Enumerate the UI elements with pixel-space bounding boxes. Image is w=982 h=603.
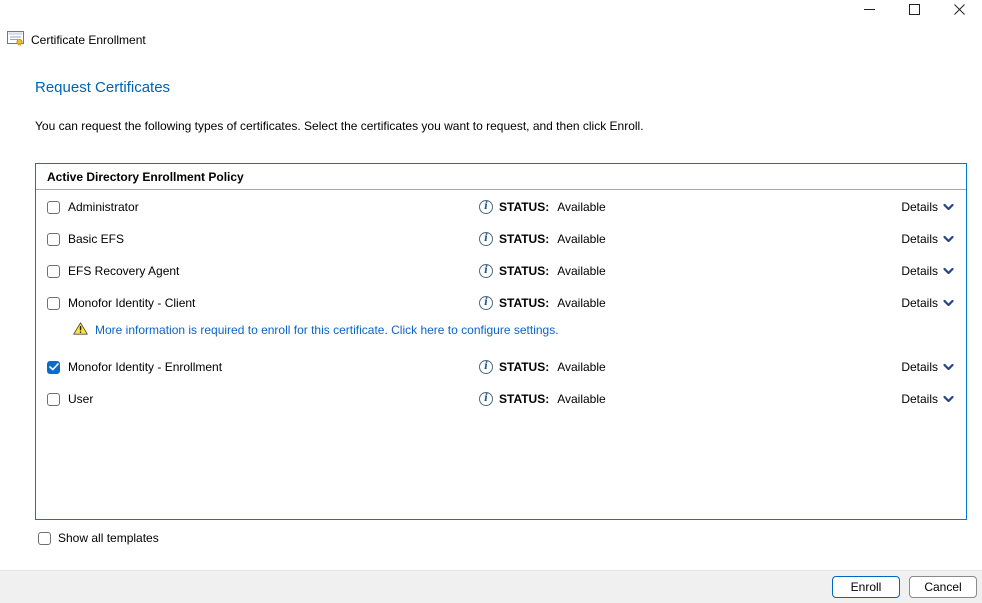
- status-label: STATUS:: [499, 200, 549, 214]
- details-toggle[interactable]: Details: [901, 392, 954, 406]
- checkbox-administrator[interactable]: [47, 201, 60, 214]
- status-value: Available: [557, 232, 605, 246]
- details-toggle[interactable]: Details: [901, 296, 954, 310]
- page-title: Request Certificates: [35, 79, 170, 96]
- maximize-icon: [909, 4, 920, 18]
- minimize-icon: [864, 4, 875, 18]
- certificate-row-basic-efs[interactable]: Basic EFS i STATUS: Available Details: [36, 223, 966, 255]
- info-icon: i: [479, 232, 493, 246]
- status-group: i STATUS: Available: [479, 200, 606, 214]
- info-icon: i: [479, 264, 493, 278]
- minimize-button[interactable]: [847, 0, 892, 22]
- checkbox-efs-recovery-agent[interactable]: [47, 265, 60, 278]
- certificate-rows: Administrator i STATUS: Available Detail…: [36, 190, 966, 415]
- certificate-label: User: [68, 392, 93, 406]
- status-group: i STATUS: Available: [479, 392, 606, 406]
- cancel-button[interactable]: Cancel: [909, 576, 977, 598]
- status-label: STATUS:: [499, 392, 549, 406]
- show-all-templates-label: Show all templates: [58, 531, 159, 545]
- page-description: You can request the following types of c…: [35, 119, 644, 133]
- details-label: Details: [901, 264, 938, 278]
- info-icon: i: [479, 360, 493, 374]
- certificate-label: Monofor Identity - Enrollment: [68, 360, 222, 374]
- status-group: i STATUS: Available: [479, 232, 606, 246]
- chevron-down-icon: [943, 296, 954, 310]
- chevron-down-icon: [943, 360, 954, 374]
- status-group: i STATUS: Available: [479, 264, 606, 278]
- details-toggle[interactable]: Details: [901, 264, 954, 278]
- certificate-row-monofor-identity-enrollment[interactable]: Monofor Identity - Enrollment i STATUS: …: [36, 351, 966, 383]
- details-toggle[interactable]: Details: [901, 232, 954, 246]
- certificate-row-monofor-identity-client[interactable]: Monofor Identity - Client i STATUS: Avai…: [36, 287, 966, 319]
- close-button[interactable]: [937, 0, 982, 22]
- checkbox-basic-efs[interactable]: [47, 233, 60, 246]
- status-value: Available: [557, 296, 605, 310]
- app-header-title: Certificate Enrollment: [31, 33, 146, 47]
- certificate-enrollment-dialog: { "window": { "header_title": "Certifica…: [0, 0, 982, 603]
- chevron-down-icon: [943, 200, 954, 214]
- list-header: Active Directory Enrollment Policy: [36, 164, 966, 190]
- status-label: STATUS:: [499, 232, 549, 246]
- chevron-down-icon: [943, 232, 954, 246]
- status-value: Available: [557, 264, 605, 278]
- close-icon: [954, 4, 965, 18]
- checkbox-monofor-identity-enrollment[interactable]: [47, 361, 60, 374]
- info-icon: i: [479, 200, 493, 214]
- details-toggle[interactable]: Details: [901, 200, 954, 214]
- certificate-icon: [7, 30, 25, 49]
- details-label: Details: [901, 200, 938, 214]
- details-toggle[interactable]: Details: [901, 360, 954, 374]
- show-all-templates-checkbox[interactable]: [38, 532, 51, 545]
- chevron-down-icon: [943, 264, 954, 278]
- status-value: Available: [557, 392, 605, 406]
- certificate-label: Monofor Identity - Client: [68, 296, 195, 310]
- window-controls: [847, 0, 982, 22]
- certificate-row-administrator[interactable]: Administrator i STATUS: Available Detail…: [36, 191, 966, 223]
- chevron-down-icon: [943, 392, 954, 406]
- certificate-row-efs-recovery-agent[interactable]: EFS Recovery Agent i STATUS: Available D…: [36, 255, 966, 287]
- more-information-warning: More information is required to enroll f…: [36, 319, 966, 341]
- show-all-templates[interactable]: Show all templates: [38, 531, 159, 545]
- status-value: Available: [557, 360, 605, 374]
- certificate-label: EFS Recovery Agent: [68, 264, 179, 278]
- footer-bar: Enroll Cancel: [0, 570, 982, 603]
- status-group: i STATUS: Available: [479, 360, 606, 374]
- details-label: Details: [901, 392, 938, 406]
- configure-settings-link[interactable]: More information is required to enroll f…: [95, 323, 559, 337]
- info-icon: i: [479, 392, 493, 406]
- maximize-button[interactable]: [892, 0, 937, 22]
- certificate-row-user[interactable]: User i STATUS: Available Details: [36, 383, 966, 415]
- details-label: Details: [901, 296, 938, 310]
- certificate-label: Administrator: [68, 200, 139, 214]
- details-label: Details: [901, 232, 938, 246]
- checkbox-user[interactable]: [47, 393, 60, 406]
- enroll-button[interactable]: Enroll: [832, 576, 900, 598]
- status-label: STATUS:: [499, 264, 549, 278]
- status-group: i STATUS: Available: [479, 296, 606, 310]
- checkbox-monofor-identity-client[interactable]: [47, 297, 60, 310]
- certificate-label: Basic EFS: [68, 232, 124, 246]
- details-label: Details: [901, 360, 938, 374]
- status-label: STATUS:: [499, 360, 549, 374]
- info-icon: i: [479, 296, 493, 310]
- enrollment-policy-list: Active Directory Enrollment Policy Admin…: [35, 163, 967, 520]
- app-header: Certificate Enrollment: [7, 30, 146, 49]
- warning-icon: [73, 322, 88, 338]
- status-label: STATUS:: [499, 296, 549, 310]
- status-value: Available: [557, 200, 605, 214]
